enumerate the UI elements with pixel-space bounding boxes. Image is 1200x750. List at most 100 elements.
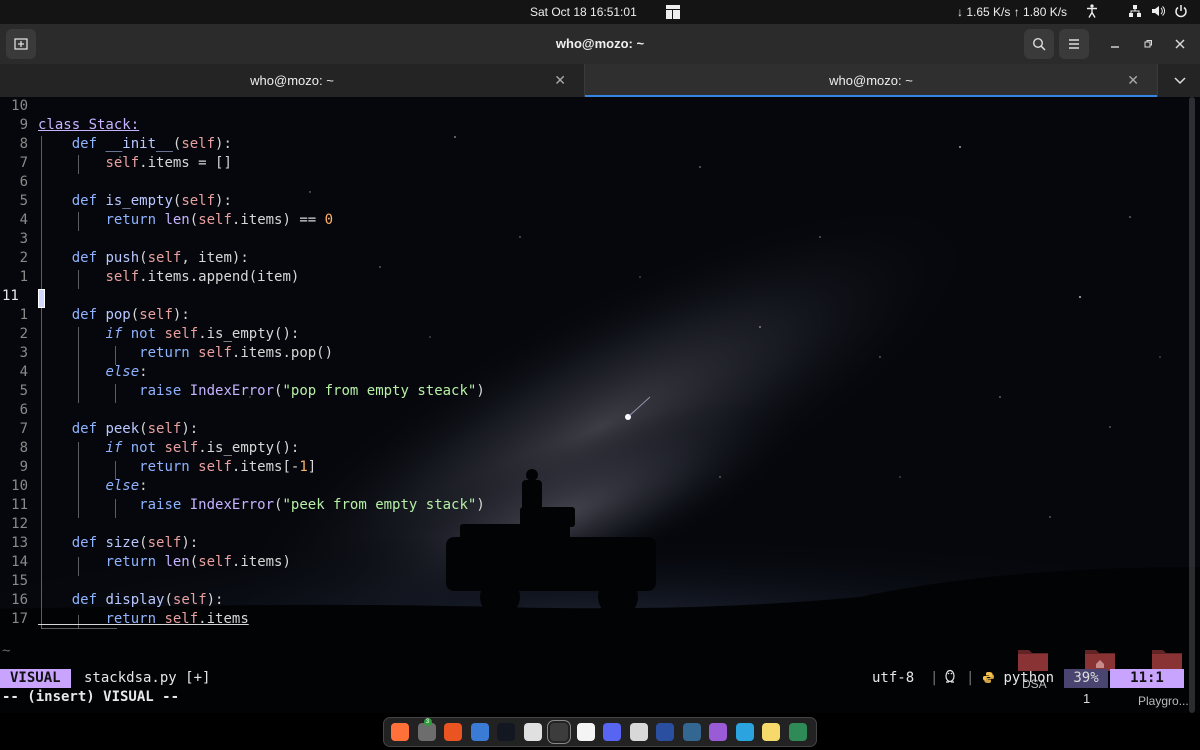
close-button[interactable]	[1172, 36, 1188, 52]
line-number: 1	[19, 269, 28, 285]
line-number: 9	[19, 117, 28, 133]
code-text: def push(self, item):	[71, 250, 249, 266]
accessibility-icon[interactable]	[1086, 4, 1098, 21]
power-icon[interactable]	[1174, 4, 1188, 21]
postgres-icon[interactable]	[682, 723, 701, 741]
code-text: raise IndexError("pop from empty steack"…	[139, 383, 485, 399]
empty-line-marker: ~	[2, 643, 11, 659]
line-number: 8	[19, 440, 28, 456]
line-number: 4	[19, 364, 28, 380]
tab-overview-button[interactable]	[1157, 64, 1200, 97]
line-number: 4	[19, 212, 28, 228]
desktop-folder-label: Playgro...	[1138, 694, 1189, 708]
files-icon[interactable]: 3	[417, 718, 436, 741]
tab-label: who@mozo: ~	[250, 73, 334, 88]
scrollbar-thumb[interactable]	[1189, 97, 1195, 713]
menu-button[interactable]	[1059, 29, 1089, 59]
inkscape-icon[interactable]	[523, 723, 542, 741]
tab-close-icon[interactable]: ✕	[554, 72, 566, 89]
line-number: 14	[11, 554, 28, 570]
text-cursor	[38, 289, 45, 308]
code-text: return len(self.items) == 0	[105, 212, 334, 228]
linux-penguin-icon	[944, 669, 956, 689]
mullvad-icon[interactable]	[656, 723, 674, 741]
search-button[interactable]	[1024, 29, 1054, 59]
code-text: def pop(self):	[71, 307, 190, 323]
minimize-icon	[1111, 46, 1119, 48]
code-text: return self.items	[105, 611, 249, 627]
line-number: 7	[19, 421, 28, 437]
system-clock[interactable]: Sat Oct 18 16:51:01	[530, 5, 637, 19]
restore-icon	[1144, 40, 1152, 48]
code-text: return self.items[-1]	[139, 459, 317, 475]
code-text: else:	[105, 364, 148, 380]
telegram-icon[interactable]	[735, 723, 754, 741]
system-top-bar: Sat Oct 18 16:51:01 ↓ 1.65 K/s ↑ 1.80 K/…	[0, 0, 1200, 24]
code-text: self.items.append(item)	[105, 269, 300, 285]
line-number: 3	[19, 345, 28, 361]
line-number: 17	[11, 611, 28, 627]
firefox-icon[interactable]	[391, 723, 409, 741]
dock: 3	[383, 717, 817, 747]
chatgpt-icon[interactable]	[629, 723, 648, 741]
code-text: return self.items.pop()	[139, 345, 334, 361]
line-number: 11	[11, 497, 28, 513]
terminal-icon[interactable]	[547, 720, 571, 744]
code-text: else:	[105, 478, 148, 494]
tab-terminal-2[interactable]: who@mozo: ~ ✕	[585, 64, 1157, 97]
code-text: def size(self):	[71, 535, 199, 551]
cursor-position: 11:1	[1110, 669, 1184, 688]
line-number: 9	[19, 459, 28, 475]
obsidian-icon[interactable]	[709, 723, 727, 741]
tradingview-icon[interactable]	[497, 723, 515, 741]
line-number: 6	[19, 174, 28, 190]
tab-terminal-1[interactable]: who@mozo: ~ ✕	[0, 64, 584, 97]
window-title: who@mozo: ~	[555, 36, 645, 51]
volume-icon[interactable]	[1151, 4, 1165, 21]
line-number: 10	[11, 98, 28, 114]
status-separator: |	[966, 670, 975, 686]
discord-icon[interactable]	[603, 723, 621, 741]
code-text: raise IndexError("peek from empty stack"…	[139, 497, 485, 513]
code-text: return len(self.items)	[105, 554, 291, 570]
workspace-number: 1	[1083, 691, 1091, 706]
minimize-button[interactable]	[1107, 36, 1123, 52]
window-layout-icon[interactable]	[665, 4, 681, 20]
terminal-view[interactable]: 10 9 class Stack: 8 def __init__(self): 7 se…	[0, 97, 1200, 713]
command-line: -- (insert) VISUAL --	[2, 689, 180, 705]
text-editor-icon[interactable]	[576, 723, 595, 741]
software-center-icon[interactable]	[444, 723, 462, 741]
mode-indicator: VISUAL	[0, 669, 71, 688]
notes-icon[interactable]	[762, 723, 780, 741]
chevron-down-icon	[1173, 76, 1186, 84]
code-text: def peek(self):	[71, 421, 199, 437]
file-name: stackdsa.py [+]	[84, 670, 211, 686]
line-number: 7	[19, 155, 28, 171]
line-number: 15	[11, 573, 28, 589]
vim-status-line: VISUAL stackdsa.py [+] utf-8 | | python …	[0, 669, 1200, 688]
code-text: if not self.is_empty():	[105, 326, 300, 342]
code-text: def __init__(self):	[71, 136, 232, 152]
notification-badge: 3	[423, 718, 432, 726]
code-text: def display(self):	[71, 592, 224, 608]
line-number: 1	[19, 307, 28, 323]
tab-close-icon[interactable]: ✕	[1127, 72, 1139, 89]
restore-button[interactable]	[1140, 36, 1156, 52]
line-number: 12	[11, 516, 28, 532]
help-icon[interactable]	[470, 723, 489, 741]
line-number: 5	[19, 193, 28, 209]
scroll-percent: 39%	[1064, 669, 1108, 688]
line-number: 13	[11, 535, 28, 551]
code-text: if not self.is_empty():	[105, 440, 300, 456]
calc-icon[interactable]	[788, 723, 807, 741]
file-encoding: utf-8	[872, 670, 915, 686]
file-type-label: python	[1003, 670, 1055, 686]
line-number: 2	[19, 326, 28, 342]
tab-label: who@mozo: ~	[829, 73, 913, 88]
line-number: 2	[19, 250, 28, 266]
terminal-scrollbar[interactable]	[1187, 97, 1196, 713]
search-icon	[1032, 37, 1046, 51]
window-title-bar[interactable]: who@mozo: ~	[0, 24, 1200, 65]
line-number: 16	[11, 592, 28, 608]
network-icon[interactable]	[1128, 4, 1142, 21]
